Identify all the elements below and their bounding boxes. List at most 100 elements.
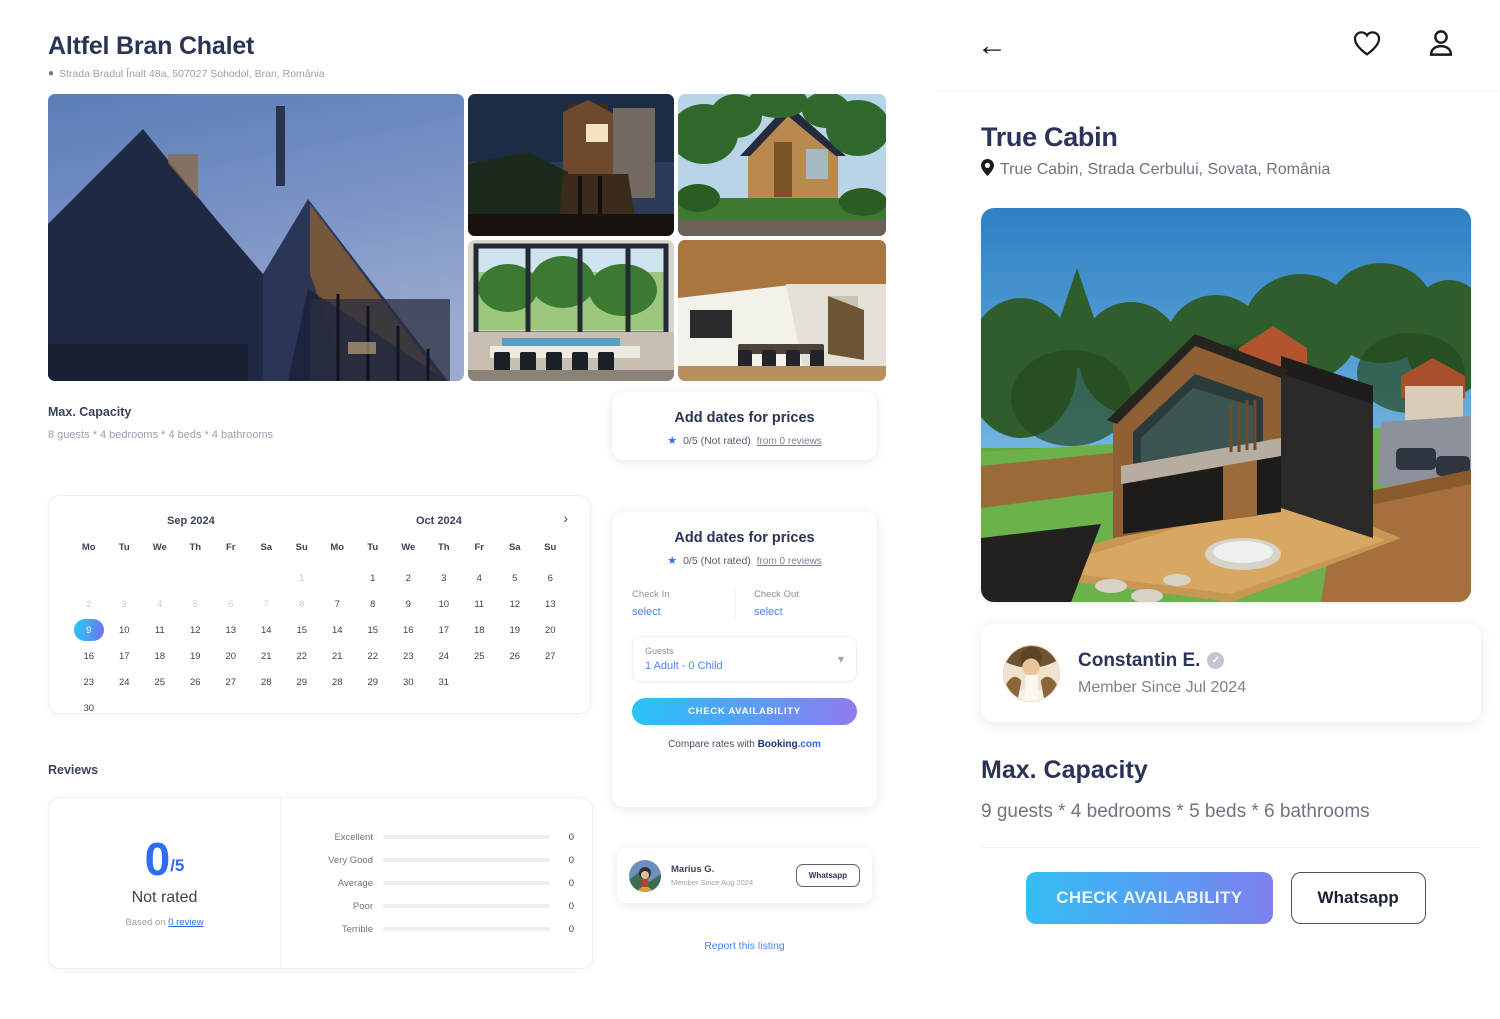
calendar-day[interactable]: 24: [426, 643, 462, 669]
calendar-day[interactable]: 26: [497, 643, 533, 669]
calendar-day[interactable]: 5: [178, 591, 214, 617]
gallery-photo-main[interactable]: [48, 94, 464, 381]
calendar-day[interactable]: 24: [107, 669, 143, 695]
mobile-page-title: True Cabin: [981, 122, 1118, 152]
calendar-day[interactable]: 28: [320, 669, 356, 695]
calendar-day[interactable]: 17: [107, 643, 143, 669]
calendar-day[interactable]: 28: [249, 669, 285, 695]
calendar-day[interactable]: 14: [249, 617, 285, 643]
calendar-day[interactable]: 6: [213, 591, 249, 617]
calendar-day[interactable]: 21: [249, 643, 285, 669]
calendar-day-empty: [391, 695, 427, 721]
review-based-prefix: Based on: [125, 916, 166, 928]
calendar-day[interactable]: 18: [462, 617, 498, 643]
checkout-field[interactable]: Check Out select: [735, 589, 857, 618]
calendar-day[interactable]: 15: [355, 617, 391, 643]
calendar-day[interactable]: 27: [213, 669, 249, 695]
calendar-day[interactable]: 19: [178, 643, 214, 669]
calendar-day[interactable]: 30: [71, 695, 107, 721]
calendar-day[interactable]: 16: [71, 643, 107, 669]
calendar-day[interactable]: 19: [497, 617, 533, 643]
calendar-day[interactable]: 3: [107, 591, 143, 617]
calendar-day[interactable]: 4: [462, 565, 498, 591]
calendar-day[interactable]: 23: [391, 643, 427, 669]
calendar-day[interactable]: 3: [426, 565, 462, 591]
calendar-day[interactable]: 12: [497, 591, 533, 617]
calendar-day[interactable]: 8: [284, 591, 320, 617]
calendar-day[interactable]: 6: [533, 565, 569, 591]
report-listing-link[interactable]: Report this listing: [612, 940, 877, 952]
calendar-day[interactable]: 17: [426, 617, 462, 643]
calendar-day[interactable]: 7: [320, 591, 356, 617]
check-availability-button[interactable]: CHECK AVAILABILITY: [632, 698, 857, 725]
review-bar-value: 0: [568, 923, 574, 935]
reviews-link[interactable]: from 0 reviews: [757, 436, 822, 447]
calendar-day[interactable]: 16: [391, 617, 427, 643]
chevron-right-icon[interactable]: ›: [563, 511, 568, 525]
calendar-day[interactable]: 15: [284, 617, 320, 643]
calendar-day[interactable]: 1: [284, 565, 320, 591]
checkin-value[interactable]: select: [632, 606, 735, 618]
mobile-hero-photo[interactable]: [981, 208, 1471, 602]
calendar-day[interactable]: 20: [213, 643, 249, 669]
calendar-day[interactable]: 26: [178, 669, 214, 695]
calendar-day[interactable]: 30: [391, 669, 427, 695]
booking-tld[interactable]: .com: [798, 739, 821, 750]
calendar-day[interactable]: 2: [71, 591, 107, 617]
whatsapp-button[interactable]: Whatsapp: [795, 864, 860, 887]
booking-widget: Add dates for prices ★ 0/5 (Not rated) f…: [612, 512, 877, 807]
calendar-day[interactable]: 7: [249, 591, 285, 617]
calendar-day[interactable]: 22: [355, 643, 391, 669]
calendar-day[interactable]: 21: [320, 643, 356, 669]
calendar-day[interactable]: 4: [142, 591, 178, 617]
review-count-link[interactable]: 0 review: [168, 917, 203, 928]
calendar-day[interactable]: 29: [284, 669, 320, 695]
calendar-day[interactable]: 22: [284, 643, 320, 669]
calendar-day[interactable]: 31: [426, 669, 462, 695]
location-pin-icon: [981, 159, 994, 180]
calendar-day[interactable]: 9: [391, 591, 427, 617]
calendar-day[interactable]: 13: [533, 591, 569, 617]
arrow-left-icon[interactable]: ←: [977, 30, 1007, 61]
checkin-field[interactable]: Check In select: [632, 589, 735, 618]
calendar-day-selected[interactable]: 9: [71, 617, 107, 643]
guests-selector[interactable]: Guests 1 Adult - 0 Child ▾: [632, 636, 857, 682]
gallery-photo-thumb[interactable]: [468, 240, 674, 381]
calendar-day[interactable]: 29: [355, 669, 391, 695]
mobile-host-card[interactable]: Constantin E. ✓ Member Since Jul 2024: [981, 624, 1481, 722]
review-bar-label: Excellent: [334, 831, 373, 843]
review-breakdown-bars: Excellent 0 Very Good 0 Average 0 Poor 0 Terribl…: [281, 798, 592, 968]
host-card[interactable]: Marius G. Member Since Aug 2024 Whatsapp: [617, 848, 872, 903]
calendar-day[interactable]: 1: [355, 565, 391, 591]
calendar-day[interactable]: 23: [71, 669, 107, 695]
check-availability-button[interactable]: CHECK AVAILABILITY: [1026, 872, 1273, 924]
calendar-day[interactable]: 18: [142, 643, 178, 669]
calendar-day[interactable]: 11: [142, 617, 178, 643]
calendar-day[interactable]: 5: [497, 565, 533, 591]
gallery-photo-thumb[interactable]: [678, 240, 886, 381]
calendar-day[interactable]: 8: [355, 591, 391, 617]
whatsapp-button[interactable]: Whatsapp: [1290, 872, 1426, 924]
calendar-day[interactable]: 10: [107, 617, 143, 643]
chevron-down-icon[interactable]: ▾: [838, 652, 844, 666]
calendar-day[interactable]: 25: [462, 643, 498, 669]
calendar-day[interactable]: 14: [320, 617, 356, 643]
calendar-day[interactable]: 10: [426, 591, 462, 617]
calendar-day-empty: [533, 695, 569, 721]
booking-reviews-link[interactable]: from 0 reviews: [757, 556, 822, 567]
booking-rating-line: ★ 0/5 (Not rated) from 0 reviews: [632, 555, 857, 567]
calendar-day[interactable]: 27: [533, 643, 569, 669]
checkout-value[interactable]: select: [754, 606, 857, 618]
calendar-day[interactable]: 11: [462, 591, 498, 617]
calendar-day[interactable]: 12: [178, 617, 214, 643]
gallery-photo-thumb[interactable]: [678, 94, 886, 236]
calendar-day[interactable]: 25: [142, 669, 178, 695]
user-icon[interactable]: [1424, 26, 1458, 65]
calendar-day[interactable]: 13: [213, 617, 249, 643]
calendar-grid[interactable]: Mo Tu We Th Fr Sa Su Mo Tu We Th Fr Sa Su 1 1 2 3 4 5 6 2 3 4 5 6…: [71, 542, 568, 721]
calendar-day[interactable]: 20: [533, 617, 569, 643]
calendar-day[interactable]: 2: [391, 565, 427, 591]
heart-icon[interactable]: [1350, 27, 1384, 64]
booking-brand[interactable]: Booking: [758, 739, 798, 750]
gallery-photo-thumb[interactable]: [468, 94, 674, 236]
